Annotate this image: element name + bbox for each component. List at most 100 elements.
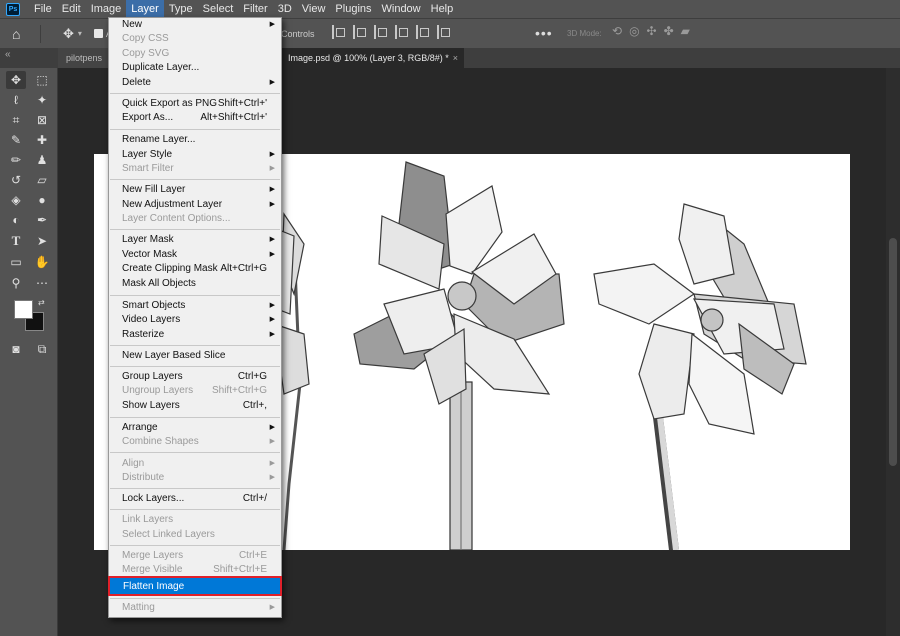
menu-item-rasterize[interactable]: Rasterize ▶ bbox=[109, 328, 281, 342]
slide-icon[interactable]: ✤ bbox=[664, 24, 674, 38]
orbit-icon[interactable]: ⟲ bbox=[612, 24, 622, 38]
more-tools-icon[interactable]: ⋯ bbox=[32, 274, 52, 292]
more-options-button[interactable]: ••• bbox=[535, 25, 553, 41]
menu-filter[interactable]: Filter bbox=[238, 0, 272, 18]
menu-help[interactable]: Help bbox=[426, 0, 459, 18]
show-transform-controls-label[interactable]: Controls bbox=[281, 29, 315, 39]
menu-item-merge-layers[interactable]: Merge Layers Ctrl+E bbox=[109, 549, 281, 563]
menu-item-ungroup-layers[interactable]: Ungroup Layers Shift+Ctrl+G bbox=[109, 384, 281, 398]
menu-item-smart-filter[interactable]: Smart Filter ▶ bbox=[109, 162, 281, 176]
menu-item-align[interactable]: Align ▶ bbox=[109, 457, 281, 471]
align-center-icon[interactable] bbox=[353, 25, 366, 39]
chevron-down-icon[interactable]: ▾ bbox=[78, 29, 82, 38]
menu-item-lock-layers[interactable]: Lock Layers... Ctrl+/ bbox=[109, 492, 281, 506]
menu-separator bbox=[110, 488, 280, 489]
dodge-tool-icon[interactable]: ◐ bbox=[6, 211, 26, 229]
align-middle-icon[interactable] bbox=[416, 25, 429, 39]
menu-plugins[interactable]: Plugins bbox=[330, 0, 376, 18]
menu-item-combine-shapes[interactable]: Combine Shapes ▶ bbox=[109, 435, 281, 449]
zoom-tool-icon[interactable]: ⚲ bbox=[6, 274, 26, 292]
menu-item-create-clipping-mask[interactable]: Create Clipping Mask Alt+Ctrl+G bbox=[109, 262, 281, 276]
menu-item-distribute[interactable]: Distribute ▶ bbox=[109, 471, 281, 485]
move-tool-icon[interactable]: ✥ bbox=[6, 71, 26, 89]
marquee-tool-icon[interactable]: ⬚ bbox=[32, 71, 52, 89]
blur-tool-icon[interactable]: ● bbox=[32, 191, 52, 209]
menu-item-layer-mask[interactable]: Layer Mask ▶ bbox=[109, 233, 281, 247]
paint-bucket-tool-icon[interactable]: ◈ bbox=[6, 191, 26, 209]
drag-icon[interactable]: ✣ bbox=[647, 24, 657, 38]
menu-item-arrange[interactable]: Arrange ▶ bbox=[109, 421, 281, 435]
tab-pilotpens[interactable]: pilotpens bbox=[58, 48, 108, 68]
menu-item-mask-all-objects[interactable]: Mask All Objects bbox=[109, 277, 281, 291]
menu-item-new-layer-based-slice[interactable]: New Layer Based Slice bbox=[109, 349, 281, 363]
roll-icon[interactable]: ◎ bbox=[629, 24, 639, 38]
align-top-icon[interactable] bbox=[395, 25, 408, 39]
path-selection-tool-icon[interactable]: ➤ bbox=[32, 232, 52, 250]
submenu-arrow-icon: ▶ bbox=[269, 302, 275, 309]
menu-3d[interactable]: 3D bbox=[273, 0, 297, 18]
menu-item-select-linked-layers[interactable]: Select Linked Layers bbox=[109, 528, 281, 542]
menu-layer[interactable]: Layer bbox=[126, 0, 164, 18]
home-icon[interactable]: ⌂ bbox=[12, 26, 32, 42]
type-tool-icon[interactable]: T bbox=[6, 232, 26, 250]
menu-item-show-layers[interactable]: Show Layers Ctrl+, bbox=[109, 399, 281, 413]
menu-item-copy-css[interactable]: Copy CSS bbox=[109, 32, 281, 46]
hand-tool-icon[interactable]: ✋ bbox=[32, 253, 52, 271]
menu-file[interactable]: File bbox=[29, 0, 57, 18]
eyedropper-tool-icon[interactable]: ✎ bbox=[6, 131, 26, 149]
collapse-panels-icon[interactable]: « bbox=[5, 49, 11, 60]
tab-image-psd[interactable]: Image.psd @ 100% (Layer 3, RGB/8#) * × bbox=[282, 48, 464, 68]
menu-item-rename-layer[interactable]: Rename Layer... bbox=[109, 133, 281, 147]
auto-select-checkbox[interactable] bbox=[93, 29, 103, 38]
stamp-tool-icon[interactable]: ♟ bbox=[32, 151, 52, 169]
menu-item-link-layers[interactable]: Link Layers bbox=[109, 513, 281, 527]
close-tab-icon[interactable]: × bbox=[453, 48, 458, 68]
menu-select[interactable]: Select bbox=[198, 0, 239, 18]
screen-mode-icon[interactable]: ⧉ bbox=[32, 340, 52, 358]
menu-item-new-fill-layer[interactable]: New Fill Layer ▶ bbox=[109, 183, 281, 197]
menu-item-smart-objects[interactable]: Smart Objects ▶ bbox=[109, 299, 281, 313]
menu-item-video-layers[interactable]: Video Layers ▶ bbox=[109, 313, 281, 327]
menu-item-new-adjustment-layer[interactable]: New Adjustment Layer ▶ bbox=[109, 198, 281, 212]
menu-item-quick-export-png[interactable]: Quick Export as PNG Shift+Ctrl+' bbox=[109, 97, 281, 111]
menu-image[interactable]: Image bbox=[86, 0, 127, 18]
menu-edit[interactable]: Edit bbox=[57, 0, 86, 18]
menu-type[interactable]: Type bbox=[164, 0, 198, 18]
quick-mask-icon[interactable]: ◙ bbox=[6, 340, 26, 358]
menu-item-flatten-image[interactable]: Flatten Image bbox=[108, 576, 282, 596]
menu-separator bbox=[110, 345, 280, 346]
vertical-scrollbar[interactable] bbox=[886, 68, 900, 636]
menu-item-matting[interactable]: Matting ▶ bbox=[109, 601, 281, 615]
menu-item-group-layers[interactable]: Group Layers Ctrl+G bbox=[109, 370, 281, 384]
scrollbar-thumb[interactable] bbox=[889, 238, 897, 466]
menu-item-vector-mask[interactable]: Vector Mask ▶ bbox=[109, 248, 281, 262]
menu-item-copy-svg[interactable]: Copy SVG bbox=[109, 47, 281, 61]
menu-item-duplicate-layer[interactable]: Duplicate Layer... bbox=[109, 61, 281, 75]
menu-item-layer-content-options[interactable]: Layer Content Options... bbox=[109, 212, 281, 226]
crop-tool-icon[interactable]: ⌗ bbox=[6, 111, 26, 129]
submenu-arrow-icon: ▶ bbox=[269, 424, 275, 431]
menu-window[interactable]: Window bbox=[377, 0, 426, 18]
align-left-icon[interactable] bbox=[332, 25, 345, 39]
magic-wand-tool-icon[interactable]: ✦ bbox=[32, 91, 52, 109]
eraser-tool-icon[interactable]: ▱ bbox=[32, 171, 52, 189]
align-right-icon[interactable] bbox=[374, 25, 387, 39]
menu-item-merge-visible[interactable]: Merge Visible Shift+Ctrl+E bbox=[109, 563, 281, 577]
brush-tool-icon[interactable]: ✏ bbox=[6, 151, 26, 169]
menu-item-delete[interactable]: Delete ▶ bbox=[109, 76, 281, 90]
healing-brush-tool-icon[interactable]: ✚ bbox=[32, 131, 52, 149]
align-bottom-icon[interactable] bbox=[437, 25, 450, 39]
history-brush-tool-icon[interactable]: ↺ bbox=[6, 171, 26, 189]
menu-item-layer-style[interactable]: Layer Style ▶ bbox=[109, 148, 281, 162]
foreground-color-swatch[interactable] bbox=[14, 300, 33, 319]
rectangle-tool-icon[interactable]: ▭ bbox=[6, 253, 26, 271]
menu-item-export-as[interactable]: Export As... Alt+Shift+Ctrl+' bbox=[109, 111, 281, 125]
move-tool-icon[interactable]: ✥ bbox=[63, 26, 74, 42]
swap-colors-icon[interactable]: ⇄ bbox=[38, 298, 45, 307]
frame-tool-icon[interactable]: ⊠ bbox=[32, 111, 52, 129]
lasso-tool-icon[interactable]: ℓ bbox=[6, 91, 26, 109]
scale-icon[interactable]: ▰ bbox=[681, 24, 690, 38]
menu-item-new[interactable]: New ▶ bbox=[109, 18, 281, 32]
pen-tool-icon[interactable]: ✒ bbox=[32, 211, 52, 229]
menu-view[interactable]: View bbox=[297, 0, 331, 18]
